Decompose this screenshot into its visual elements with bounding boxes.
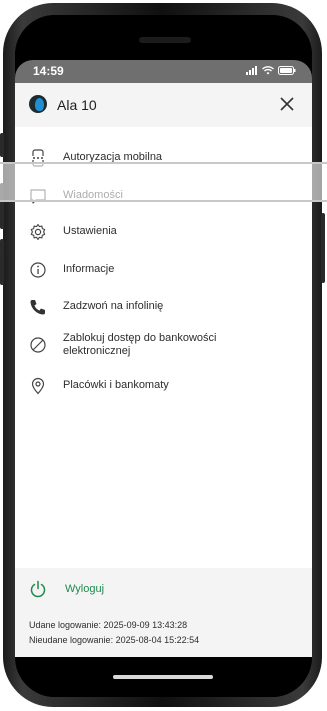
menu-item-branches-atms[interactable]: Placówki i bankomaty — [15, 369, 312, 403]
failed-login-info: Nieudane logowanie: 2025-08-04 15:22:54 — [29, 635, 200, 645]
menu-item-mobile-authorization[interactable]: Autoryzacja mobilna — [15, 141, 312, 175]
mobile-authorization-icon — [30, 149, 46, 167]
volume-up-button — [0, 183, 4, 229]
menu-item-information[interactable]: Informacje — [15, 253, 312, 287]
screen: 14:59 Ala 10 Autoryzacja mobilna Wiadomo… — [15, 15, 312, 697]
menu-footer: Wyloguj Udane logowanie: 2025-09-09 13:4… — [15, 568, 312, 657]
menu-item-label: Zadzwoń na infolinię — [63, 300, 164, 312]
phone-frame: 14:59 Ala 10 Autoryzacja mobilna Wiadomo… — [0, 3, 325, 707]
menu-item-label: Informacje — [63, 263, 115, 275]
home-indicator[interactable] — [113, 675, 213, 679]
menu-item-label: Zablokuj dostęp do bankowości elektronic… — [63, 332, 217, 357]
menu-item-call-hotline[interactable]: Zadzwoń na infolinię — [15, 290, 312, 324]
phone-icon — [30, 300, 45, 315]
message-icon — [30, 189, 46, 204]
top-bezel — [15, 15, 312, 60]
logout-label: Wyloguj — [65, 583, 105, 595]
status-bar: 14:59 — [15, 60, 312, 83]
successful-login-info: Udane logowanie: 2025-09-09 13:43:28 — [29, 620, 188, 630]
location-pin-icon — [31, 377, 45, 395]
battery-icon — [278, 66, 296, 75]
speaker — [139, 37, 191, 43]
menu-item-label: Ustawienia — [63, 225, 117, 237]
menu-item-label: Autoryzacja mobilna — [63, 151, 163, 163]
close-icon[interactable] — [276, 93, 298, 115]
status-time: 14:59 — [33, 64, 64, 78]
app-menu: Ala 10 Autoryzacja mobilna Wiadomości Us… — [15, 83, 312, 657]
power-button — [321, 213, 325, 283]
gear-icon — [30, 223, 46, 241]
avatar — [29, 95, 47, 113]
menu-item-label: Wiadomości — [63, 189, 123, 201]
volume-down-button — [0, 239, 4, 285]
menu-item-settings[interactable]: Ustawienia — [15, 215, 312, 249]
menu-item-messages[interactable]: Wiadomości — [15, 179, 312, 213]
bottom-bar — [15, 657, 312, 697]
mute-switch — [0, 133, 4, 157]
wifi-icon — [262, 66, 274, 75]
username: Ala 10 — [57, 97, 97, 113]
block-icon — [30, 337, 46, 353]
logout-button[interactable]: Wyloguj — [29, 580, 149, 602]
menu-item-label: Placówki i bankomaty — [63, 379, 169, 391]
menu-header: Ala 10 — [15, 83, 312, 127]
power-icon — [30, 580, 46, 598]
signal-icon — [246, 66, 257, 75]
menu-item-block-access[interactable]: Zablokuj dostęp do bankowości elektronic… — [15, 328, 312, 362]
status-icons — [246, 66, 296, 75]
info-icon — [30, 262, 46, 278]
